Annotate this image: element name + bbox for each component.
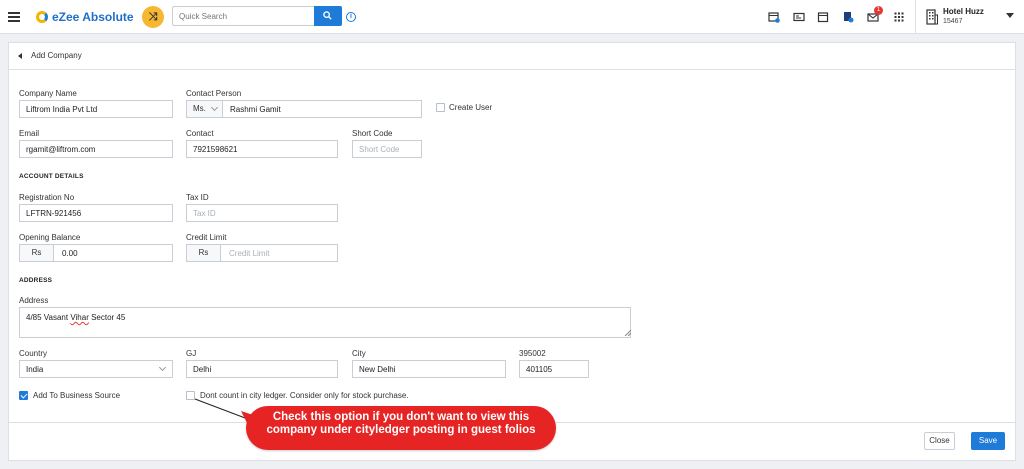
state-field[interactable]: Delhi xyxy=(186,360,338,378)
opening-balance-field[interactable]: Rs 0.00 xyxy=(19,244,173,262)
hotel-id: 15467 xyxy=(943,18,963,25)
contact-person-value[interactable]: Rashmi Gamit xyxy=(230,105,281,114)
city-value: New Delhi xyxy=(359,365,396,374)
page-title: Add Company xyxy=(31,51,82,60)
registration-no-label: Registration No xyxy=(19,193,75,202)
email-field[interactable]: rgamit@liftrom.com xyxy=(19,140,173,158)
resize-grip-icon[interactable] xyxy=(624,329,631,336)
id-card-icon[interactable] xyxy=(793,11,805,23)
apps-grid-icon[interactable] xyxy=(893,11,905,23)
currency-addon: Rs xyxy=(20,245,54,261)
save-button[interactable]: Save xyxy=(971,432,1005,450)
country-label: Country xyxy=(19,349,48,358)
add-company-card: Add Company Company Name Liftrom India P… xyxy=(8,42,1016,461)
info-icon[interactable]: i xyxy=(346,12,356,22)
salutation-select[interactable]: Ms. xyxy=(187,101,223,117)
credit-limit-label: Credit Limit xyxy=(186,233,227,242)
chevron-down-icon xyxy=(158,363,167,372)
credit-limit-placeholder: Credit Limit xyxy=(229,249,270,258)
mail-count-badge: 1 xyxy=(874,6,883,15)
contact-label: Contact xyxy=(186,129,214,138)
company-name-field[interactable]: Liftrom India Pvt Ltd xyxy=(19,100,173,118)
app-logo[interactable]: eZee Absolute xyxy=(36,9,134,25)
search-input[interactable] xyxy=(173,7,315,25)
shuffle-icon[interactable]: ⤨ xyxy=(142,6,164,28)
tax-id-placeholder: Tax ID xyxy=(193,209,216,218)
contact-value: 7921598621 xyxy=(193,145,238,154)
country-select[interactable]: India xyxy=(19,360,173,378)
zip-label: 395002 xyxy=(519,349,546,358)
zip-value: 401105 xyxy=(526,365,553,374)
state-value: Delhi xyxy=(193,365,212,374)
address-field[interactable]: 4/85 Vasant Vihar Sector 45 xyxy=(19,307,631,338)
top-bar: eZee Absolute ⤨ i 1 Hotel Huzz 15467 xyxy=(0,0,1024,34)
city-label: City xyxy=(352,349,366,358)
contact-field[interactable]: 7921598621 xyxy=(186,140,338,158)
account-details-heading: ACCOUNT DETAILS xyxy=(19,173,84,180)
close-button[interactable]: Close xyxy=(924,432,955,450)
building-icon xyxy=(926,9,938,27)
opening-balance-label: Opening Balance xyxy=(19,233,81,242)
back-icon[interactable] xyxy=(18,53,22,59)
address-label: Address xyxy=(19,296,49,305)
contact-person-label: Contact Person xyxy=(186,89,242,98)
company-name-value: Liftrom India Pvt Ltd xyxy=(26,105,98,114)
address-heading: ADDRESS xyxy=(19,277,53,284)
tax-id-field[interactable]: Tax ID xyxy=(186,204,338,222)
help-callout: Check this option if you don't want to v… xyxy=(246,406,556,450)
app-name: eZee Absolute xyxy=(52,10,134,24)
country-value: India xyxy=(26,365,44,374)
search-button[interactable] xyxy=(314,6,342,26)
tax-id-label: Tax ID xyxy=(186,193,209,202)
calendar-check-icon[interactable] xyxy=(768,11,780,23)
callout-line-1: Check this option if you don't want to v… xyxy=(272,411,530,423)
hotel-name[interactable]: Hotel Huzz xyxy=(943,7,984,16)
divider xyxy=(915,0,916,34)
short-code-field[interactable]: Short Code xyxy=(352,140,422,158)
opening-balance-value: 0.00 xyxy=(62,249,78,258)
logo-mark-icon xyxy=(36,11,48,23)
email-label: Email xyxy=(19,129,40,138)
document-icon[interactable] xyxy=(842,11,854,23)
short-code-label: Short Code xyxy=(352,129,393,138)
registration-no-value: LFTRN-921456 xyxy=(26,209,82,218)
create-user-checkbox[interactable] xyxy=(436,103,445,112)
city-field[interactable]: New Delhi xyxy=(352,360,506,378)
callout-line-2: company under cityledger posting in gues… xyxy=(266,424,536,436)
quick-search xyxy=(172,6,342,26)
calendar-icon[interactable] xyxy=(817,11,829,23)
menu-icon[interactable] xyxy=(8,12,20,22)
add-to-business-source-label: Add To Business Source xyxy=(33,391,121,400)
currency-addon: Rs xyxy=(187,245,221,261)
chevron-down-icon xyxy=(210,103,219,112)
company-name-label: Company Name xyxy=(19,89,77,98)
add-to-business-source-checkbox[interactable] xyxy=(19,391,28,400)
registration-no-field[interactable]: LFTRN-921456 xyxy=(19,204,173,222)
short-code-placeholder: Short Code xyxy=(359,145,400,154)
salutation-value: Ms. xyxy=(193,104,206,113)
address-value: 4/85 Vasant Vihar Sector 45 xyxy=(26,313,126,322)
search-icon xyxy=(323,11,332,20)
card-header: Add Company xyxy=(9,43,1015,70)
contact-person-field: Ms. Rashmi Gamit xyxy=(186,100,422,118)
create-user-label: Create User xyxy=(449,103,493,112)
state-label: GJ xyxy=(186,349,197,358)
email-value: rgamit@liftrom.com xyxy=(26,145,96,154)
caret-down-icon[interactable] xyxy=(1006,13,1014,18)
credit-limit-field[interactable]: Rs Credit Limit xyxy=(186,244,338,262)
zip-field[interactable]: 401105 xyxy=(519,360,589,378)
